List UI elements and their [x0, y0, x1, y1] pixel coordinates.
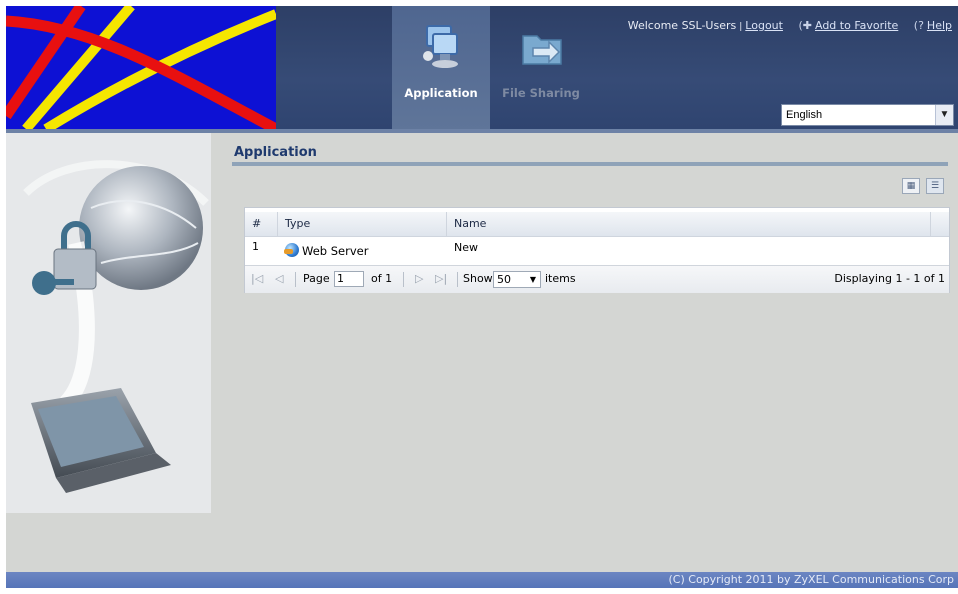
prev-page-icon[interactable]: ◁: [275, 266, 283, 292]
row-index: 1: [252, 240, 259, 253]
application-table: # Type Name 1 Web Server New |◁ ◁ Page 1…: [244, 207, 950, 293]
chevron-down-icon[interactable]: ▼: [935, 105, 953, 125]
page-count-label: of 1: [371, 272, 393, 285]
page-title: Application: [234, 145, 317, 160]
title-divider: [232, 162, 948, 166]
row-type: Web Server: [278, 237, 447, 264]
table-header: # Type Name: [245, 212, 949, 237]
displaying-count: Displaying 1 - 1 of 1: [834, 272, 945, 285]
help-icon: (?: [913, 19, 924, 32]
column-name[interactable]: Name: [447, 212, 931, 236]
page-size-value: 50: [497, 273, 511, 286]
tab-file-sharing-label: File Sharing: [502, 86, 580, 100]
tab-file-sharing[interactable]: File Sharing: [492, 6, 590, 129]
help-link[interactable]: Help: [927, 19, 952, 32]
row-name: New: [454, 241, 478, 254]
security-illustration: [6, 133, 211, 513]
pager-divider: [403, 272, 404, 287]
tab-application[interactable]: Application: [392, 6, 490, 129]
grid-view-icon[interactable]: ▦: [902, 178, 920, 194]
user-links: Welcome SSL-Users | Logout (✚ Add to Favori…: [628, 19, 952, 32]
web-globe-icon: [284, 243, 299, 257]
copyright-text: (C) Copyright 2011 by ZyXEL Communicatio…: [668, 573, 954, 586]
pager-divider: [295, 272, 296, 287]
column-index[interactable]: #: [245, 212, 278, 236]
brand-logo-image: [6, 6, 276, 129]
page-label: Page: [303, 272, 330, 285]
application-monitor-icon: [423, 25, 458, 68]
list-view-icon[interactable]: ☰: [926, 178, 944, 194]
language-selected-value: English: [786, 109, 823, 121]
page-size-select[interactable]: 50 ▼: [493, 271, 541, 288]
pagination-bar: |◁ ◁ Page 1 of 1 ▷ ▷| Show 50 ▼ items Di…: [245, 265, 949, 293]
column-type[interactable]: Type: [278, 212, 447, 236]
add-favorite-link[interactable]: Add to Favorite: [815, 19, 898, 32]
row-type-label: Web Server: [302, 244, 369, 258]
top-banner: Application File Sharing Welcome SSL-Use…: [6, 6, 958, 129]
add-favorite-icon: (✚: [798, 19, 812, 32]
file-sharing-icon: [522, 35, 562, 65]
page-number-input[interactable]: 1: [334, 271, 364, 287]
logout-link[interactable]: Logout: [745, 19, 783, 32]
chevron-down-icon: ▼: [529, 275, 537, 284]
first-page-icon[interactable]: |◁: [251, 266, 263, 292]
show-label: Show: [463, 272, 493, 285]
link-separator: |: [739, 22, 743, 32]
last-page-icon[interactable]: ▷|: [435, 266, 447, 292]
language-select[interactable]: English ▼: [781, 104, 954, 126]
pager-divider: [457, 272, 458, 287]
tab-application-label: Application: [404, 86, 478, 100]
footer-bar: (C) Copyright 2011 by ZyXEL Communicatio…: [6, 572, 958, 588]
app-window: Application File Sharing Welcome SSL-Use…: [6, 6, 958, 588]
table-row[interactable]: 1 Web Server New: [245, 237, 949, 264]
next-page-icon[interactable]: ▷: [415, 266, 423, 292]
welcome-text: Welcome SSL-Users: [627, 19, 737, 32]
items-label: items: [545, 272, 576, 285]
